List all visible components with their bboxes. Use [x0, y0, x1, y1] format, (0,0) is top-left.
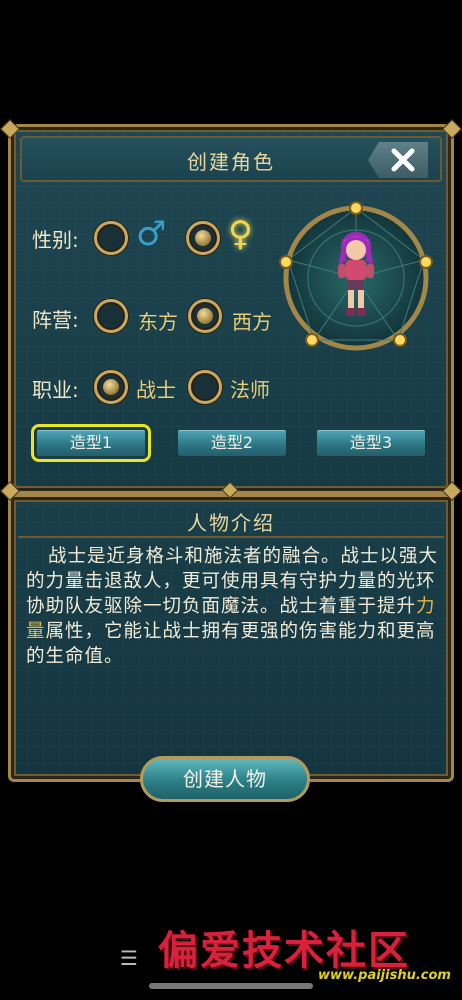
gender-male-radio[interactable] — [94, 221, 128, 255]
menu-icon[interactable]: ☰ — [120, 946, 138, 970]
home-indicator[interactable] — [149, 983, 313, 989]
close-button[interactable] — [368, 142, 428, 178]
job-mage-radio[interactable] — [188, 370, 222, 404]
character-preview — [279, 201, 433, 351]
gender-label: 性别: — [32, 228, 79, 252]
create-character-button[interactable]: 创建人物 — [140, 756, 310, 802]
model-1-button[interactable]: 造型1 — [31, 424, 151, 462]
job-warrior-radio[interactable] — [94, 370, 128, 404]
camp-west-label[interactable]: 西方 — [232, 306, 272, 335]
model-2-button[interactable]: 造型2 — [177, 429, 287, 457]
camp-east-label[interactable]: 东方 — [138, 306, 178, 335]
gender-female-radio[interactable] — [186, 221, 220, 255]
intro-text: 战士是近身格斗和施法者的融合。战士以强大的力量击退敌人，更可使用具有守护力量的光… — [26, 546, 439, 617]
camp-east-radio[interactable] — [94, 299, 128, 333]
intro-description: 战士是近身格斗和施法者的融合。战士以强大的力量击退敌人，更可使用具有守护力量的光… — [26, 544, 442, 669]
model-3-button[interactable]: 造型3 — [316, 429, 426, 457]
camp-west-radio[interactable] — [188, 299, 222, 333]
job-mage-label[interactable]: 法师 — [230, 374, 270, 403]
job-label: 职业: — [32, 378, 79, 402]
camp-label: 阵营: — [32, 308, 79, 332]
intro-title: 人物介绍 — [187, 511, 275, 535]
divider — [18, 536, 444, 538]
female-symbol-icon[interactable]: ♀ — [228, 214, 253, 254]
male-symbol-icon[interactable]: ♂ — [136, 214, 166, 254]
watermark-url: www.paijishu.com — [318, 968, 451, 983]
intro-text-end: 属性，它能让战士拥有更强的伤害能力和更高的生命值。 — [26, 621, 436, 667]
job-warrior-label[interactable]: 战士 — [136, 374, 176, 403]
close-x-icon — [391, 148, 415, 172]
